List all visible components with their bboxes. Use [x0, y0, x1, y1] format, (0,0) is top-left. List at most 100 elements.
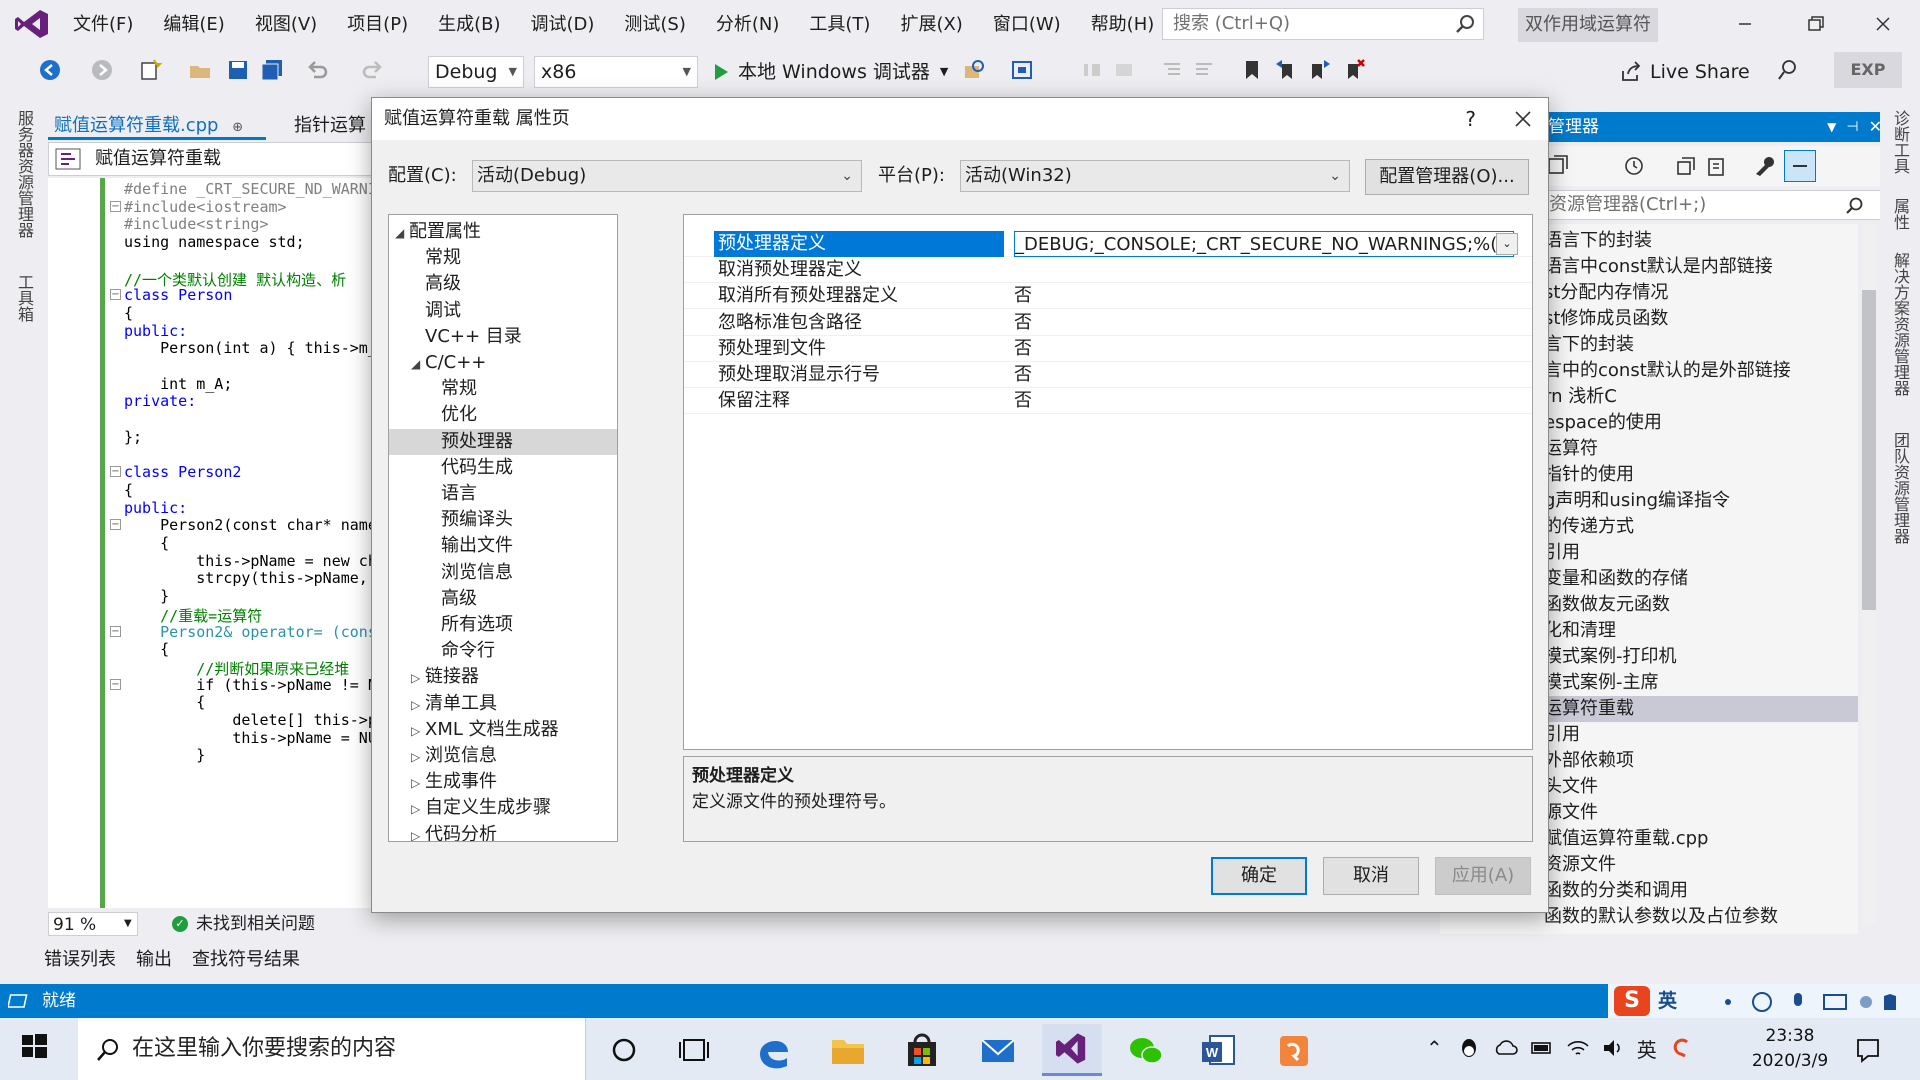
- property-row[interactable]: 取消预处理器定义: [684, 257, 1532, 284]
- tree-node[interactable]: 预编译头: [389, 507, 617, 533]
- solution-item[interactable]: 头文件: [1544, 774, 1598, 800]
- step-icon[interactable]: [1080, 58, 1104, 82]
- open-folder-icon[interactable]: [188, 58, 212, 82]
- undo-icon[interactable]: [306, 58, 330, 82]
- outdent-icon[interactable]: [1192, 58, 1216, 82]
- history-icon[interactable]: [1622, 154, 1646, 178]
- pdf-reader-icon[interactable]: [1264, 1024, 1324, 1076]
- clear-bookmarks-icon[interactable]: [1342, 58, 1366, 82]
- fold-toggle-icon[interactable]: −: [110, 289, 121, 301]
- team-explorer-tab[interactable]: 团队资源管理器: [1888, 432, 1912, 544]
- menu-item[interactable]: 测试(S): [609, 0, 700, 50]
- forward-icon[interactable]: [90, 58, 114, 82]
- back-icon[interactable]: [38, 58, 62, 82]
- save-all-icon[interactable]: [260, 58, 284, 82]
- solution-item[interactable]: st修饰成员函数: [1544, 306, 1668, 332]
- expand-arrow-icon[interactable]: ▷: [411, 796, 425, 822]
- solution-item[interactable]: st分配内存情况: [1544, 280, 1668, 306]
- save-icon[interactable]: [226, 58, 250, 82]
- windows-start-icon[interactable]: [20, 1032, 48, 1060]
- properties-wrench-icon[interactable]: [1752, 154, 1776, 178]
- fold-toggle-icon[interactable]: −: [110, 466, 121, 478]
- property-row[interactable]: 忽略标准包含路径 否: [684, 310, 1532, 336]
- notification-icon[interactable]: [8, 993, 30, 1009]
- clock[interactable]: 23:38 2020/3/9: [1740, 1024, 1840, 1074]
- expand-arrow-icon[interactable]: ▷: [411, 665, 425, 691]
- tree-node[interactable]: 代码生成: [389, 455, 617, 481]
- mail-icon[interactable]: [968, 1024, 1028, 1076]
- chevron-up-icon[interactable]: ⌃: [1426, 1036, 1443, 1060]
- platform-dropdown[interactable]: 活动(Win32) ⌄: [960, 160, 1350, 192]
- redo-icon[interactable]: [360, 58, 384, 82]
- solution-item[interactable]: rn 浅析C: [1544, 384, 1617, 410]
- account-badge[interactable]: EXP: [1834, 52, 1902, 88]
- tree-node[interactable]: 高级: [389, 586, 617, 612]
- collapse-all-icon[interactable]: [1674, 154, 1698, 178]
- tree-node[interactable]: ◢ C/C++: [389, 350, 617, 376]
- tree-node[interactable]: ◢ 配置属性: [389, 219, 617, 245]
- solution-item[interactable]: espace的使用: [1544, 410, 1662, 436]
- solution-item[interactable]: 言中的const默认的是外部链接: [1544, 358, 1791, 384]
- menu-item[interactable]: 文件(F): [58, 0, 148, 50]
- property-row[interactable]: 预处理器定义 _DEBUG;_CONSOLE;_CRT_SECURE_NO_WAR…: [684, 231, 1532, 257]
- expand-arrow-icon[interactable]: ▷: [411, 823, 425, 841]
- bookmark-icon[interactable]: [1240, 58, 1264, 82]
- preview-toggle-button[interactable]: [1784, 150, 1816, 182]
- solution-item[interactable]: 模式案例-打印机: [1544, 644, 1677, 670]
- property-value[interactable]: 否: [1014, 310, 1514, 336]
- property-category-tree[interactable]: ◢ 配置属性 常规 高级 调试 VC++ 目录 ◢ C/C++ 常规 优化 预处理器 代码生成 语言 预编…: [388, 214, 618, 842]
- word-icon[interactable]: W: [1190, 1024, 1250, 1076]
- live-share-button[interactable]: Live Share: [1620, 56, 1750, 88]
- apply-button[interactable]: 应用(A): [1435, 857, 1531, 895]
- config-dropdown[interactable]: 活动(Debug) ⌄: [472, 160, 862, 192]
- solution-item[interactable]: 模式案例-主席: [1544, 670, 1659, 696]
- tree-node[interactable]: 浏览信息: [389, 560, 617, 586]
- tree-node[interactable]: 高级: [389, 271, 617, 297]
- solution-item[interactable]: 资源文件: [1544, 852, 1616, 878]
- menu-item[interactable]: 编辑(E): [148, 0, 239, 50]
- tree-node[interactable]: 常规: [389, 245, 617, 271]
- configuration-dropdown[interactable]: Debug ▼: [428, 56, 524, 88]
- property-row[interactable]: 取消所有预处理器定义 否: [684, 283, 1532, 310]
- collapse-arrow-icon[interactable]: ◢: [395, 220, 409, 246]
- ok-button[interactable]: 确定: [1211, 857, 1307, 895]
- close-icon[interactable]: [1510, 106, 1536, 132]
- tree-node[interactable]: 优化: [389, 402, 617, 428]
- prev-bookmark-icon[interactable]: [1274, 58, 1298, 82]
- volume-icon[interactable]: [1601, 1036, 1627, 1060]
- menu-item[interactable]: 分析(N): [701, 0, 795, 50]
- tab-assignment-operator-cpp[interactable]: 赋值运算符重载.cpp ⊕: [48, 112, 266, 140]
- new-project-icon[interactable]: [138, 58, 162, 82]
- store-icon[interactable]: [892, 1024, 952, 1076]
- diagnostic-tools-tab[interactable]: 诊断工具: [1888, 110, 1912, 174]
- search-input[interactable]: 搜索 (Ctrl+Q): [1162, 8, 1484, 40]
- step-over-icon[interactable]: [1112, 58, 1136, 82]
- solution-item[interactable]: 源文件: [1544, 800, 1598, 826]
- expand-arrow-icon[interactable]: ▷: [411, 692, 425, 718]
- property-value[interactable]: 否: [1014, 283, 1514, 309]
- property-value[interactable]: [1014, 257, 1514, 283]
- expand-arrow-icon[interactable]: ▷: [411, 718, 425, 744]
- tab-find-symbol-results[interactable]: 查找符号结果: [192, 944, 300, 976]
- fold-toggle-icon[interactable]: −: [110, 678, 121, 690]
- tree-node[interactable]: 所有选项: [389, 612, 617, 638]
- tree-node[interactable]: VC++ 目录: [389, 324, 617, 350]
- tree-node[interactable]: ▷ 生成事件: [389, 769, 617, 795]
- solution-item[interactable]: 语言下的封装: [1544, 228, 1652, 254]
- visual-studio-logo-icon[interactable]: [14, 8, 50, 40]
- tab-output[interactable]: 输出: [136, 944, 172, 976]
- solution-search-input[interactable]: 资源管理器(Ctrl+;): [1540, 190, 1890, 220]
- properties-tab[interactable]: 属性: [1888, 198, 1912, 230]
- solution-item[interactable]: 运算符: [1544, 436, 1598, 462]
- dropdown-arrow-icon[interactable]: ⌄: [1496, 233, 1518, 255]
- input-language[interactable]: 英: [1637, 1034, 1657, 1063]
- close-window-icon[interactable]: [1868, 10, 1898, 38]
- task-view-icon[interactable]: [664, 1024, 724, 1076]
- sync-icon[interactable]: [1546, 154, 1570, 178]
- collapse-arrow-icon[interactable]: ◢: [411, 351, 425, 377]
- tree-node[interactable]: 输出文件: [389, 533, 617, 559]
- tree-node[interactable]: ▷ 浏览信息: [389, 743, 617, 769]
- menu-item[interactable]: 生成(B): [423, 0, 515, 50]
- tree-node[interactable]: ▷ 清单工具: [389, 691, 617, 717]
- wifi-icon[interactable]: [1565, 1036, 1591, 1060]
